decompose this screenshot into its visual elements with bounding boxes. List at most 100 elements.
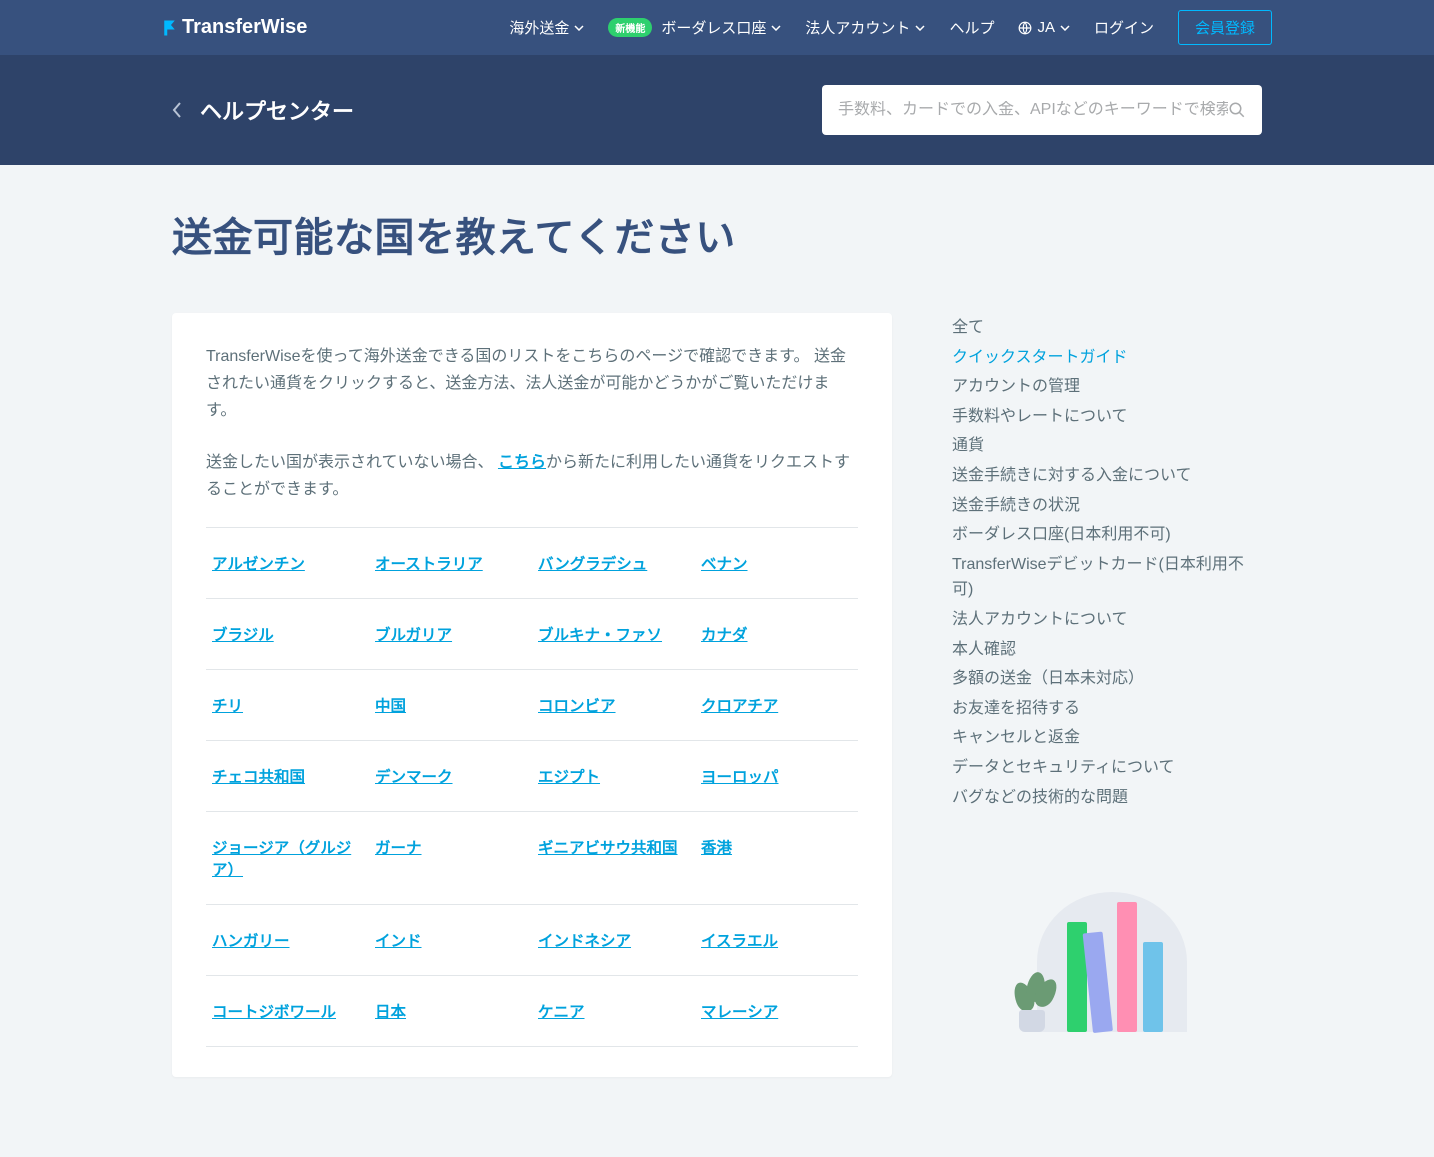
decorative-illustration <box>997 882 1217 1032</box>
chevron-down-icon <box>771 25 781 31</box>
country-cell: チェコ共和国 <box>206 740 369 811</box>
breadcrumb[interactable]: ヘルプセンター <box>172 94 354 126</box>
country-link[interactable]: コートジボワール <box>212 1004 336 1021</box>
country-link[interactable]: ハンガリー <box>212 933 290 950</box>
chevron-down-icon <box>915 25 925 31</box>
country-link[interactable]: 中国 <box>375 698 406 715</box>
sidebar-item[interactable]: 多額の送金（日本未対応） <box>952 664 1262 694</box>
sidebar-item[interactable]: 送金手続きに対する入金について <box>952 461 1262 491</box>
country-cell: ブルガリア <box>369 598 532 669</box>
country-link[interactable]: ヨーロッパ <box>701 769 779 786</box>
country-link[interactable]: オーストラリア <box>375 556 483 573</box>
nav-lang-label: JA <box>1037 19 1055 36</box>
country-link[interactable]: マレーシア <box>701 1004 778 1021</box>
country-cell: オーストラリア <box>369 527 532 598</box>
intro-paragraph-2: 送金したい国が表示されていない場合、 こちらから新たに利用したい通貨をリクエスト… <box>206 449 858 503</box>
sidebar-item[interactable]: TransferWiseデビットカード(日本利用不可) <box>952 550 1262 605</box>
country-cell: ヨーロッパ <box>695 740 858 811</box>
country-link[interactable]: ブルキナ・ファソ <box>538 627 662 644</box>
sidebar-item[interactable]: クイックスタートガイド <box>952 343 1262 373</box>
country-link[interactable]: ギニアビサウ共和国 <box>538 840 678 857</box>
country-link[interactable]: アルゼンチン <box>212 556 305 573</box>
country-link[interactable]: イスラエル <box>701 933 778 950</box>
country-link[interactable]: ブラジル <box>212 627 274 644</box>
country-link[interactable]: クロアチア <box>701 698 778 715</box>
country-link[interactable]: エジプト <box>538 769 600 786</box>
search-input[interactable] <box>838 101 1228 119</box>
nav-send-money[interactable]: 海外送金 <box>509 17 584 38</box>
country-link[interactable]: インドネシア <box>538 933 631 950</box>
country-link[interactable]: 日本 <box>375 1004 406 1021</box>
table-row: ブラジル ブルガリア ブルキナ・ファソ カナダ <box>206 598 858 669</box>
country-cell: ガーナ <box>369 811 532 904</box>
nav-login-label: ログイン <box>1094 17 1154 38</box>
sidebar-item[interactable]: データとセキュリティについて <box>952 753 1262 783</box>
nav-login[interactable]: ログイン <box>1094 17 1154 38</box>
country-link[interactable]: ケニア <box>538 1004 585 1021</box>
search-box[interactable] <box>822 85 1262 135</box>
country-cell: ブラジル <box>206 598 369 669</box>
sidebar-item[interactable]: キャンセルと返金 <box>952 723 1262 753</box>
country-cell: ギニアビサウ共和国 <box>532 811 695 904</box>
table-row: チェコ共和国 デンマーク エジプト ヨーロッパ <box>206 740 858 811</box>
top-navbar: TransferWise 海外送金 新機能 ボーダレス口座 法人アカウント ヘル… <box>0 0 1434 55</box>
flag-icon <box>162 19 180 37</box>
country-cell: アルゼンチン <box>206 527 369 598</box>
country-link[interactable]: ガーナ <box>375 840 422 857</box>
country-link[interactable]: インド <box>375 933 422 950</box>
country-table: アルゼンチン オーストラリア バングラデシュ ベナンブラジル ブルガリア ブルキナ・ファソ… <box>206 527 858 1047</box>
sidebar-item[interactable]: 法人アカウントについて <box>952 605 1262 635</box>
country-cell: インド <box>369 904 532 975</box>
intro2-prefix: 送金したい国が表示されていない場合、 <box>206 454 498 471</box>
country-link[interactable]: チェコ共和国 <box>212 769 305 786</box>
breadcrumb-title: ヘルプセンター <box>200 94 354 126</box>
signup-button[interactable]: 会員登録 <box>1178 10 1272 45</box>
country-link[interactable]: デンマーク <box>375 769 453 786</box>
nav-business[interactable]: 法人アカウント <box>805 17 925 38</box>
nav-borderless[interactable]: 新機能 ボーダレス口座 <box>608 17 781 38</box>
signup-label: 会員登録 <box>1195 20 1255 37</box>
brand-logo[interactable]: TransferWise <box>162 16 307 39</box>
country-cell: インドネシア <box>532 904 695 975</box>
country-cell: 日本 <box>369 975 532 1046</box>
sidebar-item[interactable]: 本人確認 <box>952 635 1262 665</box>
country-cell: ジョージア（グルジア） <box>206 811 369 904</box>
intro-paragraph-1: TransferWiseを使って海外送金できる国のリストをこちらのページで確認で… <box>206 343 858 425</box>
country-link[interactable]: バングラデシュ <box>538 556 647 573</box>
brand-text: TransferWise <box>182 16 307 39</box>
country-link[interactable]: ジョージア（グルジア） <box>212 840 351 879</box>
sidebar-item[interactable]: アカウントの管理 <box>952 372 1262 402</box>
country-cell: マレーシア <box>695 975 858 1046</box>
country-link[interactable]: コロンビア <box>538 698 616 715</box>
nav-language[interactable]: JA <box>1018 19 1070 36</box>
country-link[interactable]: ブルガリア <box>375 627 452 644</box>
request-currency-link[interactable]: こちら <box>498 454 546 471</box>
country-cell: エジプト <box>532 740 695 811</box>
sidebar-item[interactable]: 送金手続きの状況 <box>952 491 1262 521</box>
help-subbar: ヘルプセンター <box>0 55 1434 165</box>
sidebar-item[interactable]: 通貨 <box>952 431 1262 461</box>
country-cell: コートジボワール <box>206 975 369 1046</box>
nav-help[interactable]: ヘルプ <box>949 17 994 38</box>
sidebar-item[interactable]: お友達を招待する <box>952 694 1262 724</box>
table-row: ジョージア（グルジア） ガーナ ギニアビサウ共和国 香港 <box>206 811 858 904</box>
sidebar-item[interactable]: ボーダレス口座(日本利用不可) <box>952 520 1262 550</box>
country-cell: コロンビア <box>532 669 695 740</box>
country-link[interactable]: チリ <box>212 698 243 715</box>
country-cell: ケニア <box>532 975 695 1046</box>
country-cell: カナダ <box>695 598 858 669</box>
main-nav: 海外送金 新機能 ボーダレス口座 法人アカウント ヘルプ JA ログイン <box>509 10 1272 45</box>
country-link[interactable]: 香港 <box>701 840 732 857</box>
sidebar-item[interactable]: 全て <box>952 313 1262 343</box>
nav-borderless-label: ボーダレス口座 <box>661 17 766 38</box>
country-cell: デンマーク <box>369 740 532 811</box>
chevron-down-icon <box>574 25 584 31</box>
article-card: TransferWiseを使って海外送金できる国のリストをこちらのページで確認で… <box>172 313 892 1077</box>
sidebar-item[interactable]: バグなどの技術的な問題 <box>952 783 1262 813</box>
country-link[interactable]: カナダ <box>701 627 748 644</box>
country-link[interactable]: ベナン <box>701 556 748 573</box>
sidebar-item[interactable]: 手数料やレートについて <box>952 402 1262 432</box>
chevron-left-icon <box>172 101 182 119</box>
nav-business-label: 法人アカウント <box>805 17 910 38</box>
table-row: チリ 中国 コロンビア クロアチア <box>206 669 858 740</box>
